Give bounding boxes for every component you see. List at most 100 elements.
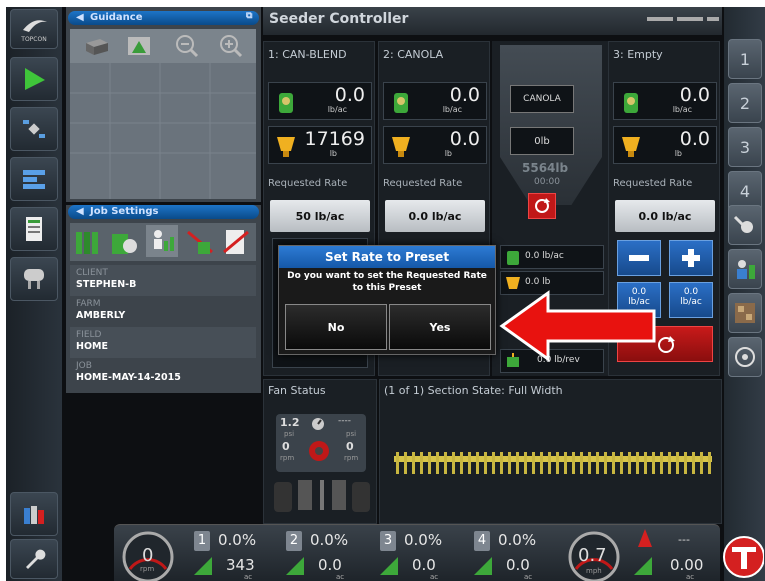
tools-button[interactable]	[728, 205, 762, 245]
section-tine	[468, 452, 471, 474]
section-tine	[452, 452, 455, 474]
calib-total: 5564lb	[522, 161, 569, 175]
bin-2-rate-box: 0.0 lb/ac	[383, 82, 487, 120]
layout-nav-button[interactable]	[10, 157, 58, 201]
section-tine	[556, 452, 559, 474]
section-tine	[500, 452, 503, 474]
operator-icon	[737, 260, 755, 279]
bin-2-shortcut[interactable]: 2	[728, 83, 762, 123]
notes-tab-icon[interactable]	[222, 228, 250, 256]
guidance-header[interactable]: ◀ Guidance ⧉	[68, 11, 259, 25]
section-tine	[532, 452, 535, 474]
field-tab-icon[interactable]	[74, 228, 102, 256]
job-field-job[interactable]: JOB HOME-MAY-14-2015	[70, 358, 256, 389]
bin-1-requested-label: Requested Rate	[268, 178, 348, 189]
section-tine	[564, 452, 567, 474]
channel-3-area: 0.0	[412, 556, 436, 574]
bin-1-rate-unit: lb/ac	[327, 105, 347, 114]
bin-3-preset-right-button[interactable]: 0.0 lb/ac	[669, 282, 713, 318]
wrench-icon	[26, 549, 46, 569]
area-triangle-icon	[634, 557, 652, 575]
page-title: Seeder Controller	[269, 11, 409, 27]
preset-right-unit: lb/ac	[680, 297, 702, 307]
bin-1-shortcut[interactable]: 1	[728, 39, 762, 79]
bin-1-weight-value: 17169	[304, 128, 365, 150]
seeder-header: Seeder Controller	[263, 7, 722, 35]
section-boom[interactable]	[390, 450, 716, 480]
field-view-icon[interactable]	[126, 35, 152, 57]
calib-reset-button[interactable]	[528, 193, 556, 219]
speed-gauge[interactable]: 0.7 mph	[566, 529, 622, 581]
fan-pressure-2: ----	[338, 416, 351, 426]
guidance-nav-button[interactable]	[10, 57, 58, 101]
expand-icon[interactable]: ⧉	[246, 9, 252, 23]
bin-2-weight-box: 0.0 lb	[383, 126, 487, 164]
status-bar-1	[647, 17, 673, 21]
collapse-arrow-icon: ◀	[76, 12, 84, 23]
dialog-title: Set Rate to Preset	[279, 246, 495, 268]
total-area[interactable]: --- 0.00 ac	[634, 529, 720, 581]
no-button[interactable]: No	[285, 304, 387, 350]
zoom-in-icon[interactable]	[218, 33, 244, 59]
rpm-value: 0	[142, 545, 154, 566]
channel-4-percent: 0.0%	[498, 531, 537, 549]
bin-2-requested-label: Requested Rate	[383, 178, 463, 189]
channel-3-number: 3	[380, 531, 396, 551]
section-tine	[612, 452, 615, 474]
channel-2[interactable]: 2 0.0% 0.0 ac	[286, 529, 376, 581]
guidance-line-tab-icon[interactable]	[186, 228, 214, 256]
bin-1-requested-rate-button[interactable]: 50 lb/ac	[270, 200, 370, 232]
bin-2-weight-unit: lb	[444, 149, 452, 158]
job-settings-panel: ◀ Job Settings CLIENT STEPHEN-B FARM AMBER…	[66, 205, 261, 393]
bin-2-requested-rate-button[interactable]: 0.0 lb/ac	[385, 200, 485, 232]
settings-nav-button[interactable]	[10, 539, 58, 579]
seeder-nav-button[interactable]	[10, 257, 58, 301]
topcon-home-button[interactable]	[720, 531, 765, 581]
fan-pressure-1: 1.2	[280, 416, 300, 429]
hopper-icon	[277, 137, 295, 157]
calib-time: 00:00	[534, 177, 560, 187]
section-tine	[684, 452, 687, 474]
section-tine	[484, 452, 487, 474]
channel-1[interactable]: 1 0.0% 343 ac	[194, 529, 284, 581]
bin-3-requested-rate-button[interactable]: 0.0 lb/ac	[615, 200, 715, 232]
section-state-panel: (1 of 1) Section State: Full Width	[379, 379, 722, 524]
yes-button[interactable]: Yes	[389, 304, 491, 350]
job-field-client[interactable]: CLIENT STEPHEN-B	[70, 265, 256, 296]
channel-2-unit: ac	[336, 573, 345, 581]
job-field-field[interactable]: FIELD HOME	[70, 327, 256, 358]
operator-button[interactable]	[728, 249, 762, 289]
guidance-map[interactable]	[70, 29, 256, 199]
channel-1-percent: 0.0%	[218, 531, 257, 549]
satellite-nav-button[interactable]	[10, 107, 58, 151]
section-tine	[516, 452, 519, 474]
zoom-out-icon[interactable]	[174, 33, 200, 59]
channel-4[interactable]: 4 0.0% 0.0 ac	[474, 529, 564, 581]
data-nav-button[interactable]	[10, 207, 58, 251]
section-tine	[428, 452, 431, 474]
area-triangle-icon	[474, 557, 492, 575]
channel-3-percent: 0.0%	[404, 531, 443, 549]
job-settings-header[interactable]: ◀ Job Settings	[68, 205, 259, 219]
job-time-tab-icon[interactable]	[110, 228, 138, 256]
job-field-farm[interactable]: FARM AMBERLY	[70, 296, 256, 327]
fan-rpm-2: 0	[346, 440, 354, 453]
calibration-icon	[735, 303, 755, 323]
diagnostics-button[interactable]	[728, 337, 762, 377]
rpm-gauge[interactable]: 0 rpm	[120, 529, 176, 581]
bin-3-shortcut[interactable]: 3	[728, 127, 762, 167]
3d-view-icon[interactable]	[82, 35, 112, 57]
job-value: HOME-MAY-14-2015	[76, 372, 181, 383]
section-tine	[444, 452, 447, 474]
bin-3-decrease-button[interactable]	[617, 240, 661, 276]
fan-icon	[309, 441, 329, 461]
bins-nav-button[interactable]	[10, 492, 58, 536]
farm-label: FARM	[76, 299, 101, 309]
red-arrow-annotation	[499, 290, 656, 362]
calibration-button[interactable]	[728, 293, 762, 333]
bin-3-increase-button[interactable]	[669, 240, 713, 276]
client-tab-icon[interactable]	[146, 225, 178, 257]
bin-1-name: 1: CAN-BLEND	[268, 48, 347, 61]
channel-3[interactable]: 3 0.0% 0.0 ac	[380, 529, 470, 581]
bin-2-weight-value: 0.0	[449, 128, 480, 150]
